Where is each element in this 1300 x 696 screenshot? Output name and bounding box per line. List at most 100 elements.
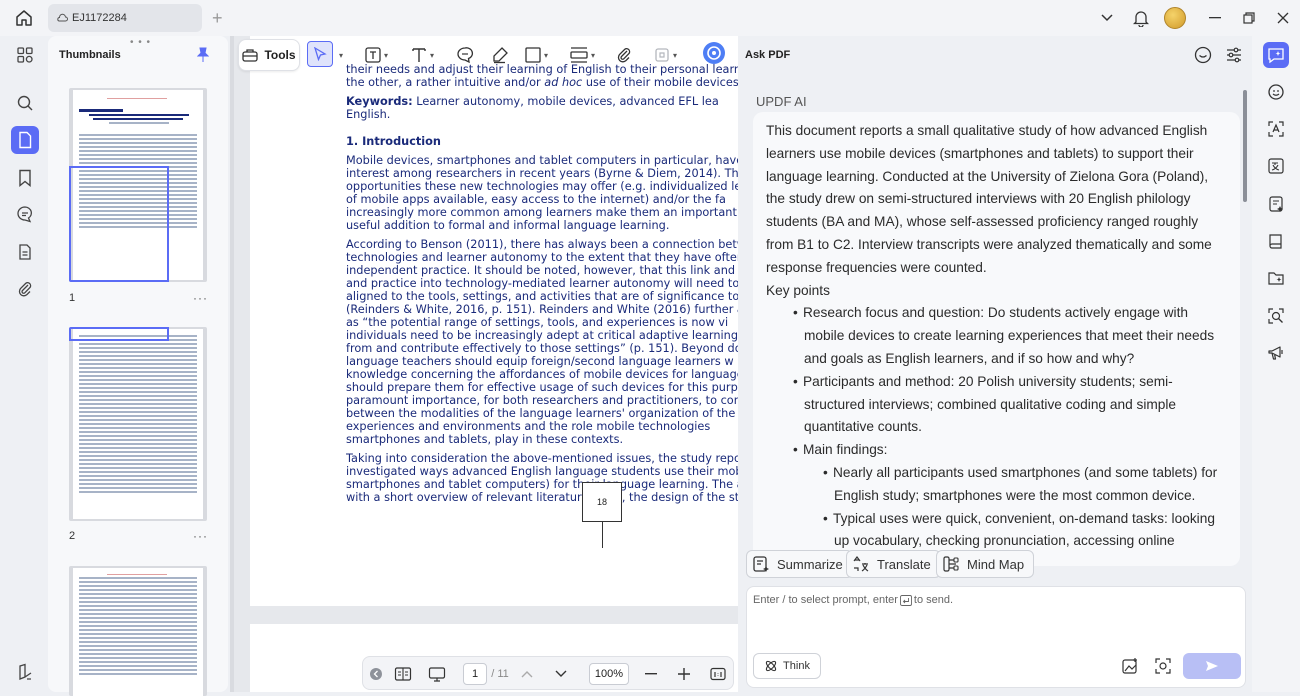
title-bar: EJ1172284 + bbox=[0, 0, 1300, 36]
ai-orb-icon bbox=[703, 42, 725, 64]
zoom-level-input[interactable]: 100% bbox=[589, 663, 629, 685]
visible-area-indicator bbox=[69, 166, 169, 282]
rail-attachment-button[interactable] bbox=[11, 275, 39, 303]
text-line: Taking into consideration the above-ment… bbox=[346, 452, 738, 465]
thumbnail-more-button[interactable]: ··· bbox=[193, 291, 208, 305]
ai-search-button[interactable] bbox=[1263, 303, 1289, 329]
ask-pdf-mode-button[interactable] bbox=[1263, 42, 1289, 68]
text-line: as “the potential range of settings, too… bbox=[346, 316, 729, 329]
ai-assistant-toggle[interactable] bbox=[702, 42, 726, 64]
text-line: and practice into technology-mediated le… bbox=[346, 277, 738, 290]
text-line: English. bbox=[346, 108, 391, 121]
maximize-button[interactable] bbox=[1240, 8, 1258, 28]
form-tool[interactable]: ▾ bbox=[569, 45, 595, 65]
chat-settings-button[interactable] bbox=[1225, 46, 1243, 69]
rail-bookmarks-button[interactable] bbox=[11, 164, 39, 192]
zoom-out-button[interactable] bbox=[643, 665, 659, 683]
next-page-button[interactable] bbox=[553, 665, 569, 683]
bell-icon bbox=[1133, 10, 1149, 27]
previous-page-button[interactable] bbox=[519, 665, 535, 683]
notifications-button[interactable] bbox=[1132, 8, 1150, 28]
history-button[interactable] bbox=[1194, 46, 1212, 69]
comment-icon bbox=[17, 206, 33, 223]
response-scrollbar[interactable] bbox=[1243, 90, 1247, 202]
ai-folder-button[interactable] bbox=[1263, 265, 1289, 291]
ai-reader-button[interactable] bbox=[1263, 228, 1289, 254]
close-window-button[interactable] bbox=[1274, 8, 1292, 28]
presentation-button[interactable] bbox=[427, 665, 447, 683]
prompt-placeholder: Enter / to select prompt, enter to send. bbox=[753, 594, 954, 606]
section-heading: 1. Introduction bbox=[346, 135, 441, 148]
prompt-input[interactable]: Enter / to select prompt, enter to send.… bbox=[746, 586, 1246, 688]
shape-tool[interactable]: ▾ bbox=[524, 45, 548, 65]
mind-map-chip[interactable]: Mind Map bbox=[936, 550, 1035, 578]
text-line: independent practice. It should be noted… bbox=[346, 264, 736, 277]
page-thumbnail-2[interactable] bbox=[69, 327, 207, 521]
pin-panel-button[interactable] bbox=[196, 47, 210, 68]
screenshot-button[interactable] bbox=[1154, 657, 1172, 680]
close-icon bbox=[1277, 12, 1289, 24]
rectangle-icon bbox=[525, 47, 541, 63]
reading-mode-button[interactable] bbox=[393, 665, 413, 683]
tabs-dropdown-button[interactable] bbox=[1098, 8, 1116, 28]
select-tool-dropdown[interactable]: ▾ bbox=[337, 45, 343, 65]
minimize-button[interactable] bbox=[1206, 8, 1224, 28]
insert-image-button[interactable] bbox=[1121, 657, 1139, 680]
ai-chat-button[interactable] bbox=[1263, 79, 1289, 105]
rail-search-button[interactable] bbox=[11, 89, 39, 117]
chat-sparkle-icon bbox=[1268, 48, 1284, 64]
thumbnails-panel: • • • Thumbnails 1 ··· 2 ··· bbox=[48, 36, 228, 696]
home-button[interactable] bbox=[12, 8, 36, 28]
ai-explain-button[interactable] bbox=[1263, 116, 1289, 142]
key-points-label: Key points bbox=[766, 282, 830, 298]
text-box-tool[interactable]: ▾ bbox=[364, 45, 388, 65]
form-fields-icon bbox=[570, 47, 588, 63]
paragraph-3: Taking into consideration the above-ment… bbox=[346, 452, 738, 504]
think-label: Think bbox=[783, 660, 810, 672]
translate-icon bbox=[853, 556, 869, 572]
key-point: Main findings: bbox=[766, 439, 1227, 462]
summarize-chip[interactable]: Summarize bbox=[746, 550, 853, 578]
rail-sign-button[interactable] bbox=[11, 658, 39, 686]
user-avatar[interactable] bbox=[1164, 7, 1186, 29]
zoom-in-button[interactable] bbox=[676, 665, 692, 683]
text-tool[interactable]: ▾ bbox=[410, 45, 434, 65]
stamp-tool[interactable]: ▾ bbox=[653, 45, 677, 65]
actual-size-button[interactable] bbox=[709, 665, 727, 683]
page-number-stem bbox=[602, 522, 603, 548]
collapse-nav-button[interactable] bbox=[369, 665, 383, 683]
comment-tool[interactable] bbox=[456, 45, 474, 65]
ai-translate-button[interactable] bbox=[1263, 153, 1289, 179]
ai-summarize-button[interactable] bbox=[1263, 191, 1289, 217]
thumbnail-more-button[interactable]: ··· bbox=[193, 529, 208, 543]
summary-doc-icon bbox=[1269, 196, 1283, 212]
highlight-tool[interactable] bbox=[491, 45, 509, 65]
document-tab[interactable]: EJ1172284 bbox=[48, 4, 202, 32]
rail-attachments-list-button[interactable] bbox=[11, 238, 39, 266]
page-thumbnail-3[interactable] bbox=[69, 566, 207, 696]
document-viewer[interactable]: their needs and adjust their learning of… bbox=[234, 36, 738, 692]
paperclip-icon bbox=[617, 48, 631, 63]
tools-label: Tools bbox=[264, 48, 296, 62]
rail-thumbnails-button[interactable] bbox=[11, 126, 39, 154]
rail-organize-button[interactable] bbox=[11, 41, 39, 69]
page-thumbnail-1[interactable] bbox=[69, 88, 207, 282]
page-number-box: 18 bbox=[582, 482, 622, 522]
new-tab-button[interactable]: + bbox=[212, 9, 223, 27]
attachment-tool[interactable] bbox=[616, 45, 632, 65]
ai-feedback-button[interactable] bbox=[1263, 340, 1289, 366]
summarize-icon bbox=[753, 556, 769, 572]
text-line: Mobile devices, smartphones and tablet c… bbox=[346, 154, 738, 167]
think-toggle[interactable]: Think bbox=[753, 653, 821, 679]
translate-chip[interactable]: Translate bbox=[846, 550, 941, 578]
paragraph-1: Mobile devices, smartphones and tablet c… bbox=[346, 154, 738, 232]
tools-button[interactable]: Tools bbox=[238, 39, 300, 71]
send-button[interactable] bbox=[1183, 653, 1241, 679]
panel-drag-handle[interactable]: • • • bbox=[130, 37, 151, 48]
select-tool-button[interactable] bbox=[307, 41, 333, 67]
rail-comments-button[interactable] bbox=[11, 200, 39, 228]
total-pages: / 11 bbox=[491, 668, 509, 680]
signature-icon bbox=[19, 663, 32, 680]
home-icon bbox=[16, 10, 32, 26]
current-page-input[interactable]: 1 bbox=[463, 663, 487, 685]
